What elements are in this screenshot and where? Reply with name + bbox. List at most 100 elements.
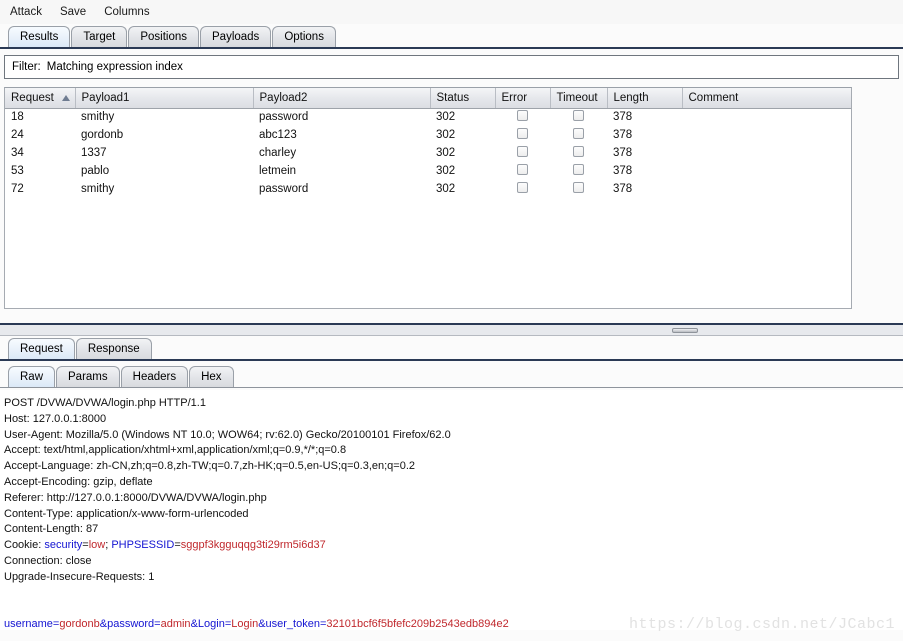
cell-payload1: smithy — [81, 111, 115, 124]
menu-bar: Attack Save Columns — [0, 0, 903, 24]
column-header-status[interactable]: Status — [430, 88, 496, 109]
column-header-error[interactable]: Error — [495, 88, 551, 109]
cell-status: 302 — [436, 129, 456, 141]
checkbox-unchecked-icon[interactable] — [517, 128, 528, 139]
request-line-4: Accept-Language: zh-CN,zh;q=0.8,zh-TW;q=… — [4, 460, 416, 473]
cell-comment — [682, 108, 851, 126]
tab-response[interactable]: Response — [75, 338, 152, 359]
request-trailing-line-0: Connection: close — [4, 554, 92, 567]
cell-comment — [682, 126, 851, 144]
cell-request: 53 — [11, 165, 24, 177]
menu-item-attack[interactable]: Attack — [8, 5, 44, 19]
column-header-comment[interactable]: Comment — [682, 88, 851, 109]
request-cookie-line: Cookie: security=low; PHPSESSID=sggpf3kg… — [4, 539, 326, 552]
checkbox-unchecked-icon[interactable] — [517, 164, 528, 175]
table-row[interactable]: 18 smithy password 302 378 — [5, 108, 851, 126]
request-line-5: Accept-Encoding: gzip, deflate — [4, 475, 153, 488]
cell-error-checkbox[interactable] — [495, 126, 550, 144]
cell-length: 378 — [613, 111, 633, 124]
checkbox-unchecked-icon[interactable] — [517, 146, 528, 157]
filter-value: Matching expression index — [46, 61, 183, 73]
menu-item-columns[interactable]: Columns — [102, 5, 151, 19]
checkbox-unchecked-icon[interactable] — [573, 128, 584, 139]
cell-payload2: letmein — [259, 165, 297, 177]
menu-item-save[interactable]: Save — [58, 5, 88, 19]
cell-comment — [682, 144, 851, 162]
filter-bar[interactable]: Filter: Matching expression index — [4, 55, 899, 79]
cell-length: 378 — [613, 129, 633, 141]
column-header-length[interactable]: Length — [607, 88, 683, 109]
tab-hex[interactable]: Hex — [189, 366, 234, 387]
column-header-payload1[interactable]: Payload1 — [75, 88, 254, 109]
splitter-grip-handle[interactable] — [672, 328, 698, 333]
results-table: Request Payload1 Payload2 Status Error T… — [5, 88, 851, 198]
raw-request-editor[interactable]: POST /DVWA/DVWA/login.php HTTP/1.1 Host: … — [0, 390, 903, 630]
cell-error-checkbox[interactable] — [495, 180, 550, 198]
cell-length: 378 — [613, 183, 633, 195]
cell-error-checkbox[interactable] — [495, 144, 550, 162]
cell-length: 378 — [613, 165, 633, 177]
results-header-row: Request Payload1 Payload2 Status Error T… — [5, 88, 851, 109]
cell-payload2: abc123 — [259, 129, 297, 141]
tab-target[interactable]: Target — [71, 26, 128, 47]
tab-payloads[interactable]: Payloads — [200, 26, 272, 47]
cell-status: 302 — [436, 165, 456, 177]
column-header-request[interactable]: Request — [5, 88, 76, 109]
tab-raw[interactable]: Raw — [8, 366, 56, 387]
tabstrip-divider — [0, 47, 903, 49]
cell-length: 378 — [613, 147, 633, 159]
cell-timeout-checkbox[interactable] — [550, 162, 607, 180]
burp-intruder-attack-window: Attack Save Columns Results Target Posit… — [0, 0, 903, 641]
tab-params[interactable]: Params — [56, 366, 120, 387]
tab-results[interactable]: Results — [8, 26, 71, 47]
checkbox-unchecked-icon[interactable] — [517, 182, 528, 193]
request-line-1: Host: 127.0.0.1:8000 — [4, 412, 107, 425]
cell-payload2: password — [259, 111, 309, 124]
column-header-timeout[interactable]: Timeout — [550, 88, 608, 109]
request-line-3: Accept: text/html,application/xhtml+xml,… — [4, 444, 347, 457]
checkbox-unchecked-icon[interactable] — [573, 164, 584, 175]
request-line-2: User-Agent: Mozilla/5.0 (Windows NT 10.0… — [4, 428, 451, 441]
table-row[interactable]: 24 gordonb abc123 302 378 — [5, 126, 851, 144]
cell-timeout-checkbox[interactable] — [550, 180, 607, 198]
checkbox-unchecked-icon[interactable] — [573, 146, 584, 157]
checkbox-unchecked-icon[interactable] — [573, 110, 584, 122]
cell-status: 302 — [436, 147, 456, 159]
tab-options[interactable]: Options — [272, 26, 336, 47]
tab-positions[interactable]: Positions — [128, 26, 199, 47]
cell-error-checkbox[interactable] — [495, 162, 550, 180]
request-line-7: Content-Type: application/x-www-form-url… — [4, 507, 249, 520]
cell-request: 24 — [11, 129, 24, 141]
request-line-6: Referer: http://127.0.0.1:8000/DVWA/DVWA… — [4, 491, 267, 504]
tab-request[interactable]: Request — [8, 338, 75, 359]
cell-status: 302 — [436, 111, 456, 124]
table-row[interactable]: 72 smithy password 302 378 — [5, 180, 851, 198]
cell-timeout-checkbox[interactable] — [550, 108, 607, 126]
request-line-0: POST /DVWA/DVWA/login.php HTTP/1.1 — [4, 397, 206, 409]
column-label-request: Request — [11, 91, 54, 104]
checkbox-unchecked-icon[interactable] — [573, 182, 584, 193]
table-row[interactable]: 34 1337 charley 302 378 — [5, 144, 851, 162]
tab-headers[interactable]: Headers — [120, 366, 189, 387]
cell-comment — [682, 162, 851, 180]
results-table-body: 18 smithy password 302 378 24 gordonb abc123 302… — [5, 108, 851, 198]
cell-status: 302 — [436, 183, 456, 195]
cell-payload1: gordonb — [81, 129, 124, 141]
panel-splitter[interactable] — [0, 323, 903, 336]
checkbox-unchecked-icon[interactable] — [517, 110, 528, 122]
cell-timeout-checkbox[interactable] — [550, 144, 607, 162]
main-tab-strip: Results Target Positions Payloads Option… — [0, 24, 903, 47]
cell-request: 72 — [11, 183, 24, 195]
cell-payload1: pablo — [81, 165, 110, 177]
message-panel: Request Response Raw Params Headers Hex … — [0, 336, 903, 630]
cell-payload2: password — [259, 183, 309, 195]
results-table-container[interactable]: Request Payload1 Payload2 Status Error T… — [4, 87, 852, 309]
view-tab-strip: Raw Params Headers Hex — [0, 364, 903, 387]
cell-timeout-checkbox[interactable] — [550, 126, 607, 144]
message-tab-strip: Request Response — [0, 336, 903, 359]
sort-ascending-icon — [61, 94, 70, 101]
request-trailing-line-1: Upgrade-Insecure-Requests: 1 — [4, 570, 155, 583]
table-row[interactable]: 53 pablo letmein 302 378 — [5, 162, 851, 180]
column-header-payload2[interactable]: Payload2 — [253, 88, 431, 109]
cell-error-checkbox[interactable] — [495, 108, 550, 126]
